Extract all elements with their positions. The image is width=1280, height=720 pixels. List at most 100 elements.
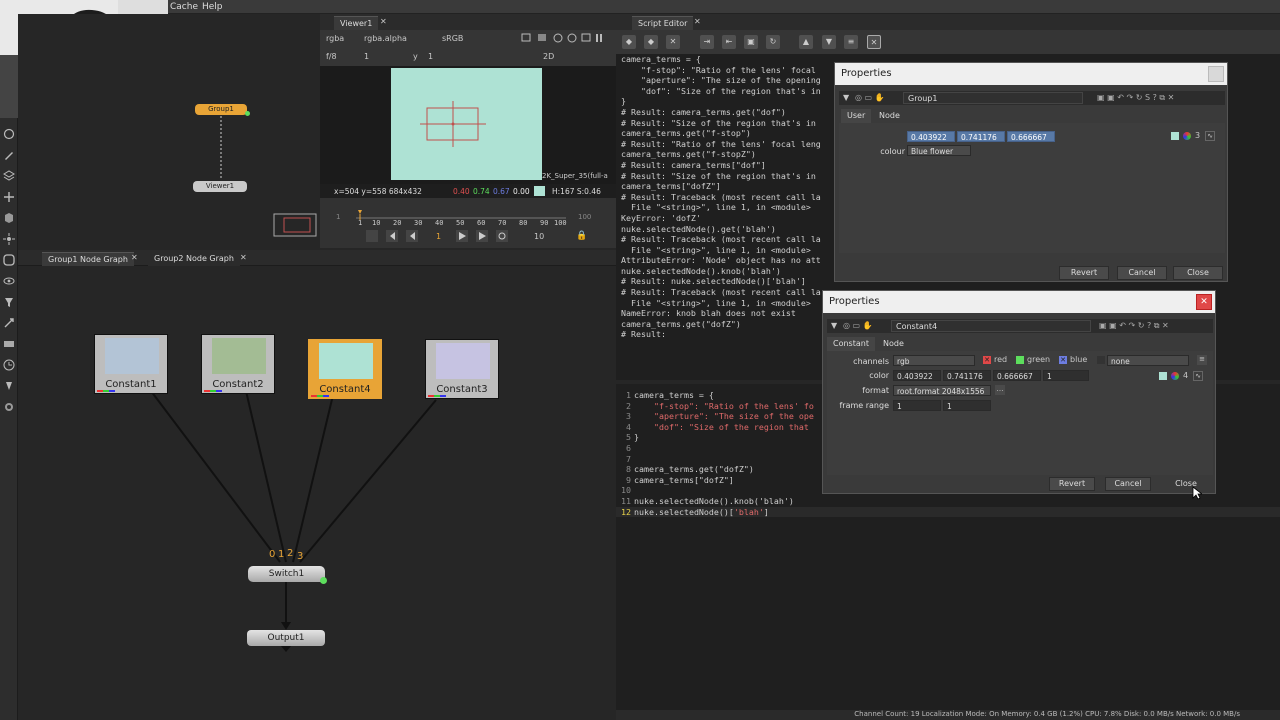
draw-tool-icon[interactable] xyxy=(3,149,15,161)
layers-tool-icon[interactable] xyxy=(3,170,15,182)
save-script-icon[interactable]: ▣ xyxy=(744,35,758,49)
viewer1-node[interactable]: Viewer1 xyxy=(193,181,247,192)
tab-constant[interactable]: Constant xyxy=(827,337,875,351)
node-name-field[interactable]: Constant4 xyxy=(891,320,1091,332)
revert-button[interactable]: Revert xyxy=(1049,477,1095,491)
menu-help[interactable]: Help xyxy=(202,2,223,12)
blue-checkbox[interactable]: ✕ xyxy=(1059,356,1067,364)
rgb-g-field[interactable]: 0.741176 xyxy=(957,131,1005,142)
fstop-select[interactable]: f/8 xyxy=(326,52,337,61)
output1-node[interactable]: Output1 xyxy=(247,630,325,646)
close-icon[interactable]: ✕ xyxy=(1196,294,1212,310)
panel-tools-icon[interactable]: ▣ ▣ ↶ ↷ ↻ ? ⧉ ✕ xyxy=(1099,321,1169,331)
red-checkbox[interactable]: ✕ xyxy=(983,356,991,364)
node-tools-icon[interactable]: ◎ ▭ ✋ xyxy=(843,321,873,330)
color-wheel-icon[interactable] xyxy=(1171,372,1179,380)
constant3-node[interactable]: Constant3 xyxy=(425,339,499,399)
y-field[interactable]: 1 xyxy=(428,52,433,61)
green-checkbox[interactable] xyxy=(1016,356,1024,364)
revert-button[interactable]: Revert xyxy=(1059,266,1109,280)
group1-node[interactable]: Group1 xyxy=(195,104,247,115)
timeline[interactable]: 1 100 1 10 20 30 40 50 60 70 80 90 100 1… xyxy=(320,198,616,248)
eye-tool-icon[interactable] xyxy=(3,275,15,287)
close-icon[interactable]: ✕ xyxy=(694,17,701,26)
transform-tool-icon[interactable] xyxy=(3,191,15,203)
node-tools-icon[interactable]: ◎ ▭ ✋ xyxy=(855,93,885,102)
format-select[interactable]: root.format 2048x1556 xyxy=(893,385,991,396)
rgba-g-field[interactable]: 0.741176 xyxy=(943,370,991,381)
menu-icon[interactable]: ≡ xyxy=(1197,355,1207,365)
constant4-node[interactable]: Constant4 xyxy=(308,339,382,399)
close-icon[interactable]: ✕ xyxy=(240,253,247,262)
show-output-icon[interactable]: ▼ xyxy=(822,35,836,49)
panel-tools-icon[interactable]: ▣ ▣ ↶ ↷ ↻ S ? ⧉ ✕ xyxy=(1097,93,1174,103)
previous-script-icon[interactable]: ◆ xyxy=(622,35,636,49)
viewer-tool-icon[interactable] xyxy=(3,128,15,140)
close-icon[interactable]: ✕ xyxy=(131,253,138,262)
clear-history-icon[interactable]: ✕ xyxy=(666,35,680,49)
rgb-r-field[interactable]: 0.403922 xyxy=(907,131,955,142)
time-tool-icon[interactable] xyxy=(3,359,15,371)
close-icon[interactable]: ✕ xyxy=(380,17,387,26)
source-script-icon[interactable]: ⇥ xyxy=(700,35,714,49)
cancel-button[interactable]: Cancel xyxy=(1117,266,1167,280)
clear-output-icon[interactable]: ✕ xyxy=(867,35,881,49)
collapse-icon[interactable]: ▼ xyxy=(831,321,837,330)
channel-count[interactable]: 4 xyxy=(1183,371,1188,380)
menu-cache[interactable]: Cache xyxy=(170,2,198,12)
colour-select[interactable]: Blue flower xyxy=(907,145,971,156)
node-name-field[interactable]: Group1 xyxy=(903,92,1083,104)
curve-icon[interactable]: ∿ xyxy=(1193,371,1203,381)
tab-script-editor[interactable]: Script Editor xyxy=(632,16,694,30)
switch1-node[interactable]: Switch1 xyxy=(248,566,325,582)
none-select[interactable]: none xyxy=(1107,355,1189,366)
channel-count[interactable]: 3 xyxy=(1195,131,1200,140)
color-swatch-icon[interactable] xyxy=(1171,132,1179,140)
step-field[interactable]: 10 xyxy=(534,232,544,241)
close-button[interactable]: Close xyxy=(1163,477,1209,491)
frame-range-end[interactable]: 1 xyxy=(943,400,991,411)
next-script-icon[interactable]: ◆ xyxy=(644,35,658,49)
collapse-icon[interactable]: ▼ xyxy=(843,93,849,102)
viewer-toolbar-icons[interactable] xyxy=(518,33,612,43)
view-mode-select[interactable]: 2D xyxy=(543,52,554,61)
tab-group2-node-graph[interactable]: Group2 Node Graph xyxy=(148,252,240,266)
merge-tool-icon[interactable] xyxy=(3,338,15,350)
keyer-tool-icon[interactable] xyxy=(3,317,15,329)
curve-icon[interactable]: ∿ xyxy=(1205,131,1215,141)
rgb-b-field[interactable]: 0.666667 xyxy=(1007,131,1055,142)
rgba-a-field[interactable]: 1 xyxy=(1043,370,1089,381)
constant2-node[interactable]: Constant2 xyxy=(201,334,275,394)
channel-tool-icon[interactable] xyxy=(3,380,15,392)
frame-range-start[interactable]: 1 xyxy=(893,400,941,411)
channels-select[interactable]: rgba xyxy=(326,34,344,43)
frame-field[interactable]: 1 xyxy=(364,52,369,61)
colorspace-select[interactable]: sRGB xyxy=(442,34,463,43)
alpha-checkbox[interactable] xyxy=(1097,356,1105,364)
run-script-icon[interactable]: ↻ xyxy=(766,35,780,49)
close-icon[interactable] xyxy=(1208,66,1224,82)
other-tool-icon[interactable] xyxy=(3,401,15,413)
rgba-r-field[interactable]: 0.403922 xyxy=(893,370,941,381)
play-controls[interactable] xyxy=(456,230,516,242)
tab-node[interactable]: Node xyxy=(877,337,910,351)
cancel-button[interactable]: Cancel xyxy=(1105,477,1151,491)
color-wheel-icon[interactable] xyxy=(1183,132,1191,140)
channels-select[interactable]: rgb xyxy=(893,355,975,366)
close-button[interactable]: Close xyxy=(1173,266,1223,280)
constant1-node[interactable]: Constant1 xyxy=(94,334,168,394)
current-frame[interactable]: 1 xyxy=(436,232,441,241)
load-script-icon[interactable]: ⇤ xyxy=(722,35,736,49)
tab-user[interactable]: User xyxy=(841,109,872,123)
rgba-b-field[interactable]: 0.666667 xyxy=(993,370,1041,381)
format-menu-icon[interactable]: … xyxy=(995,385,1005,395)
3d-tool-icon[interactable] xyxy=(3,212,15,224)
tab-group1-node-graph[interactable]: Group1 Node Graph xyxy=(42,252,134,266)
lock-icon[interactable]: 🔒 xyxy=(576,231,587,241)
particles-tool-icon[interactable] xyxy=(3,233,15,245)
mini-node-graph[interactable]: Group1 Viewer1 xyxy=(18,14,318,250)
tab-viewer1[interactable]: Viewer1 xyxy=(334,16,379,30)
alpha-select[interactable]: rgba.alpha xyxy=(364,34,407,43)
filter-tool-icon[interactable] xyxy=(3,296,15,308)
tab-node[interactable]: Node xyxy=(873,109,906,123)
